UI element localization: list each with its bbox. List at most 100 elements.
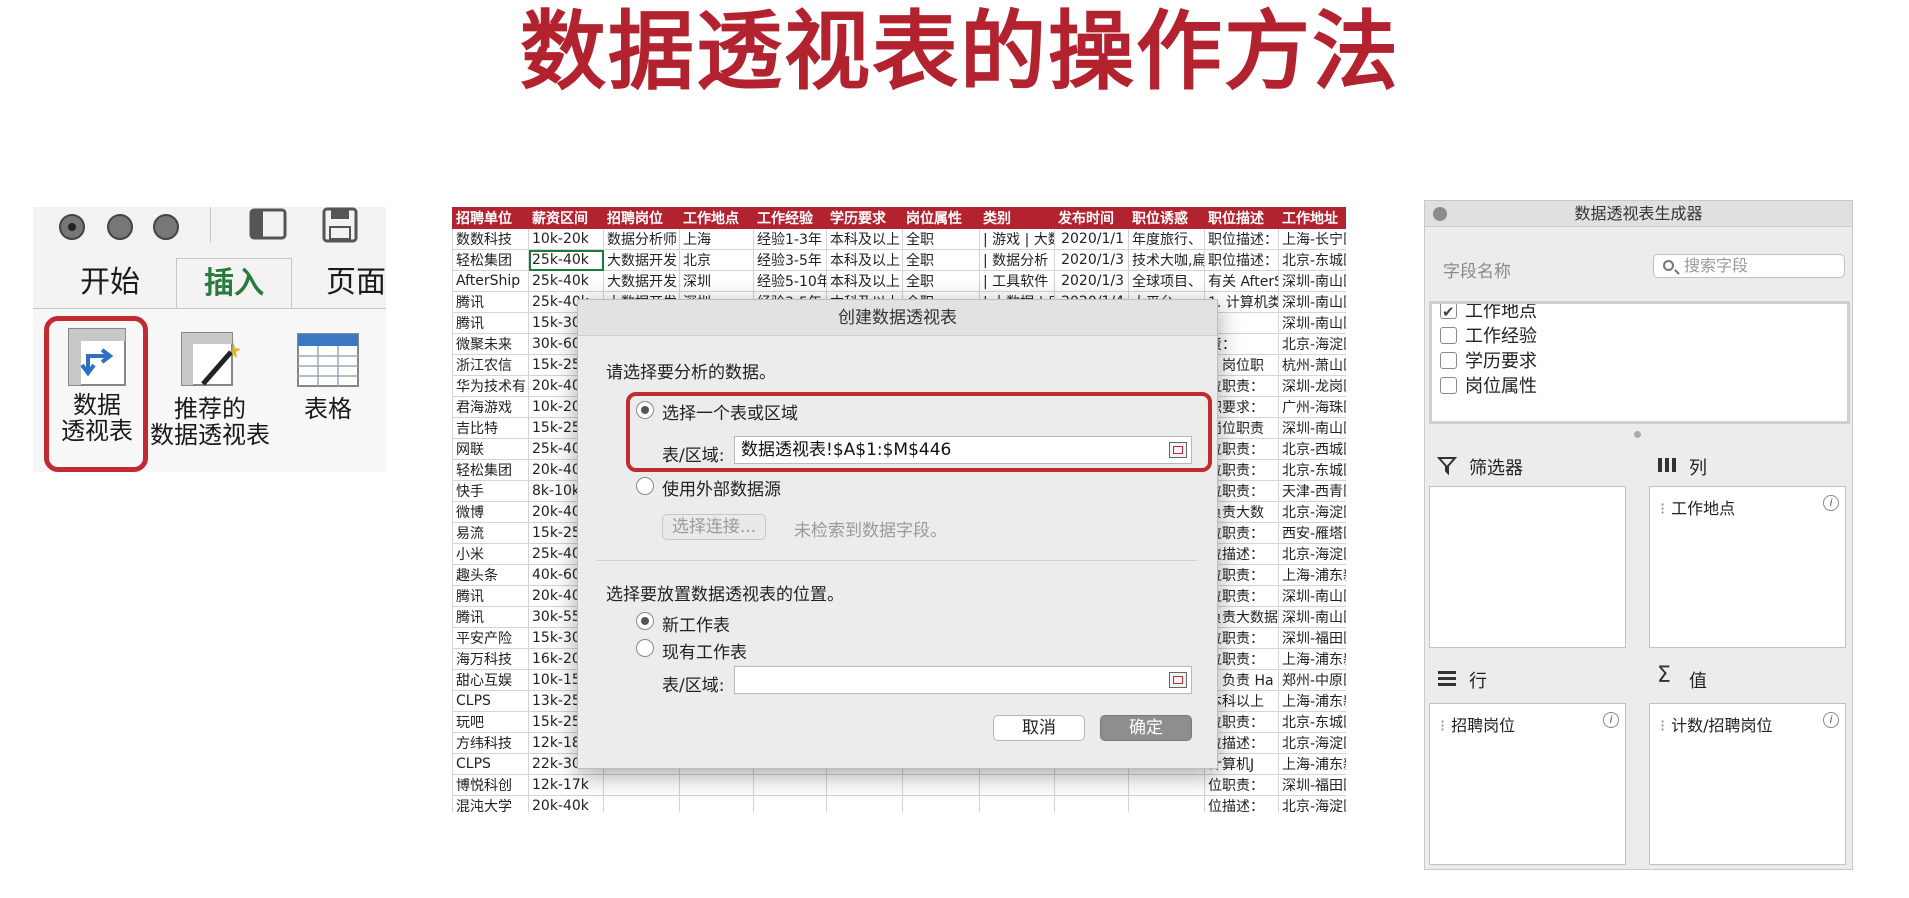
table-cell[interactable]: 深圳-福田区 <box>1278 627 1346 649</box>
table-cell[interactable]: 全职 <box>902 228 980 250</box>
table-cell[interactable]: 2020/1/1 <box>1054 228 1129 250</box>
table-cell[interactable]: 大数据开发 <box>603 270 680 292</box>
table-cell[interactable] <box>679 774 754 796</box>
info-icon[interactable]: i <box>1823 712 1839 728</box>
table-cell[interactable]: 全职 <box>902 249 980 271</box>
table-cell[interactable]: 深圳 <box>679 270 754 292</box>
column-header[interactable]: 招聘岗位 <box>603 207 680 229</box>
table-cell[interactable]: 12k-17k <box>528 774 604 796</box>
column-header[interactable]: 岗位属性 <box>902 207 980 229</box>
table-cell[interactable]: 上海-浦东新 <box>1278 564 1346 586</box>
table-cell[interactable]: 北京-海淀区 <box>1278 501 1346 523</box>
table-cell[interactable]: 经验5-10年 <box>753 270 827 292</box>
table-cell[interactable]: 易流 <box>452 522 529 544</box>
radio-new-sheet[interactable] <box>636 612 654 630</box>
pivot-builder-close-button[interactable] <box>1433 207 1447 221</box>
field-item[interactable]: 岗位属性 <box>1440 374 1537 400</box>
table-cell[interactable]: 北京-海淀区 <box>1278 333 1346 355</box>
field-item[interactable]: 工作地点 <box>1440 304 1537 325</box>
table-cell[interactable]: 小米 <box>452 543 529 565</box>
table-cell[interactable]: 25k-40k <box>528 249 604 271</box>
table-cell[interactable] <box>753 774 827 796</box>
table-cell[interactable]: 北京-海淀区 <box>1278 732 1346 754</box>
filter-zone[interactable] <box>1429 486 1626 648</box>
table-cell[interactable]: AfterShip <box>452 270 529 292</box>
table-cell[interactable]: 20k-40k <box>528 795 604 812</box>
table-cell[interactable] <box>902 774 980 796</box>
table-cell[interactable]: 微博 <box>452 501 529 523</box>
table-cell[interactable] <box>826 774 903 796</box>
table-cell[interactable]: 平安产险 <box>452 627 529 649</box>
table-cell[interactable]: 全职 <box>902 270 980 292</box>
table-cell[interactable] <box>753 795 827 812</box>
table-cell[interactable]: 北京-东城区 <box>1278 249 1346 271</box>
table-cell[interactable] <box>1128 774 1205 796</box>
new-sheet-label[interactable]: 新工作表 <box>662 611 730 636</box>
table-cell[interactable]: 广州-海珠区 <box>1278 396 1346 418</box>
radio-existing-sheet[interactable] <box>636 639 654 657</box>
tab-insert[interactable]: 插入 <box>176 258 292 308</box>
field-checkbox[interactable] <box>1440 327 1457 344</box>
radio-external-source[interactable] <box>636 477 654 495</box>
rows-zone-item[interactable]: ⁝ 招聘岗位 <box>1440 712 1515 736</box>
table-cell[interactable]: 数据分析师 <box>603 228 680 250</box>
column-header[interactable]: 招聘单位 <box>452 207 529 229</box>
table-cell[interactable] <box>603 774 680 796</box>
table-cell[interactable]: 腾讯 <box>452 312 529 334</box>
field-checkbox[interactable] <box>1440 304 1457 325</box>
table-cell[interactable]: 位描述： <box>1204 795 1279 812</box>
table-cell[interactable]: 玩吧 <box>452 711 529 733</box>
table-cell[interactable]: 深圳-南山区 <box>1278 270 1346 292</box>
table-cell[interactable]: 数数科技 <box>452 228 529 250</box>
recommended-pivot-button[interactable]: 推荐的 数据透视表 <box>146 330 274 448</box>
table-cell[interactable]: 深圳-南山区 <box>1278 606 1346 628</box>
table-cell[interactable]: 吉比特 <box>452 417 529 439</box>
table-cell[interactable]: 腾讯 <box>452 585 529 607</box>
table-cell[interactable] <box>979 795 1055 812</box>
table-cell[interactable]: 年度旅行、 <box>1128 228 1205 250</box>
table-cell[interactable]: 浙江农信 <box>452 354 529 376</box>
close-window-button[interactable] <box>59 214 85 240</box>
table-cell[interactable] <box>1054 795 1129 812</box>
table-cell[interactable]: 西安-雁塔区 <box>1278 522 1346 544</box>
table-cell[interactable] <box>1054 774 1129 796</box>
choose-connection-button[interactable]: 选择连接... <box>662 514 766 540</box>
info-icon[interactable]: i <box>1603 712 1619 728</box>
field-item[interactable]: 学历要求 <box>1440 349 1537 375</box>
table-cell[interactable]: | 工具软件 | <box>979 270 1055 292</box>
table-cell[interactable]: 博悦科创 <box>452 774 529 796</box>
table-cell[interactable]: 技术大咖,扁 <box>1128 249 1205 271</box>
column-header[interactable]: 职位诱惑 <box>1128 207 1205 229</box>
table-cell[interactable]: 微聚未来 <box>452 333 529 355</box>
external-source-label[interactable]: 使用外部数据源 <box>662 475 781 500</box>
table-cell[interactable]: 全球项目、 <box>1128 270 1205 292</box>
table-cell[interactable]: 网联 <box>452 438 529 460</box>
field-checkbox[interactable] <box>1440 352 1457 369</box>
table-cell[interactable] <box>979 774 1055 796</box>
table-cell[interactable] <box>603 795 680 812</box>
splitter-handle[interactable] <box>1634 431 1641 438</box>
table-cell[interactable]: 大数据开发 <box>603 249 680 271</box>
table-cell[interactable]: 郑州-中原区 <box>1278 669 1346 691</box>
table-cell[interactable]: 甜心互娱 <box>452 669 529 691</box>
table-cell[interactable]: 北京-海淀区 <box>1278 543 1346 565</box>
table-cell[interactable]: 上海-浦东新 <box>1278 690 1346 712</box>
table-cell[interactable]: 方纬科技 <box>452 732 529 754</box>
column-header[interactable]: 薪资区间 <box>528 207 604 229</box>
table-cell[interactable]: 职位描述： <box>1204 249 1279 271</box>
table-cell[interactable]: 腾讯 <box>452 291 529 313</box>
table-cell[interactable]: 2020/1/3 <box>1054 270 1129 292</box>
table-cell[interactable]: 深圳-福田区 <box>1278 774 1346 796</box>
columns-zone[interactable]: ⁝ 工作地点 i <box>1649 486 1846 648</box>
column-header[interactable]: 工作地点 <box>679 207 754 229</box>
minimize-window-button[interactable] <box>107 214 133 240</box>
table-cell[interactable]: 职位描述： <box>1204 228 1279 250</box>
column-header[interactable]: 职位描述 <box>1204 207 1279 229</box>
table-cell[interactable]: CLPS <box>452 690 529 712</box>
existing-sheet-label[interactable]: 现有工作表 <box>662 638 747 663</box>
table-cell[interactable]: 北京-西城区 <box>1278 438 1346 460</box>
table-cell[interactable]: 华为技术有 <box>452 375 529 397</box>
table-cell[interactable]: 深圳-南山区 <box>1278 291 1346 313</box>
column-header[interactable]: 工作地址 <box>1278 207 1346 229</box>
table-cell[interactable]: 趣头条 <box>452 564 529 586</box>
